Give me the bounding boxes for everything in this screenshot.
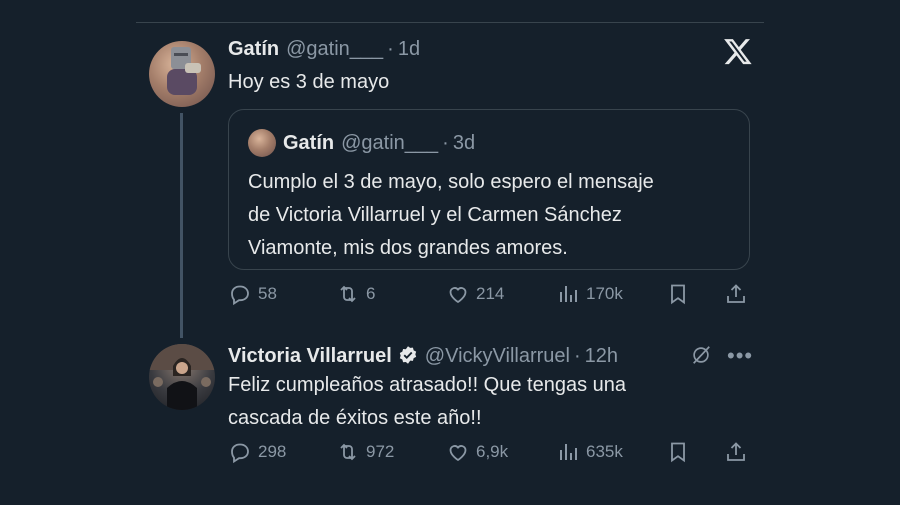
avatar-victoria-villarruel[interactable] [149,344,215,410]
quoted-text-line: Viamonte, mis dos grandes amores. [248,237,568,259]
quoted-tweet[interactable]: Gatín @gatin___ · 3d Cumplo el 3 de mayo… [228,109,750,270]
quoted-text-line: de Victoria Villarruel y el Carmen Sánch… [248,204,622,226]
quoted-text-line: Cumplo el 3 de mayo, solo espero el mens… [248,171,654,193]
quoted-timestamp: 3d [452,132,476,154]
quoted-separator: · [442,132,449,154]
like-button[interactable]: 214 [446,282,504,306]
tweet2-text: Feliz cumpleaños atrasado!! Que tengas u… [228,369,626,435]
tweet1-actions: 58 6 214 170k [228,282,753,312]
tweet2-actions: 298 972 6,9k 635k [228,440,753,470]
avatar-figure [167,47,201,95]
views-count: 635k [586,442,623,461]
like-icon [449,445,467,462]
quoted-tweet-text: Cumplo el 3 de mayo, solo espero el mens… [248,166,654,265]
reply-count: 298 [258,442,287,461]
tweet1-author-handle[interactable]: @gatin___ [286,38,383,61]
like-count: 6,9k [476,442,509,461]
more-icon[interactable]: ••• [727,343,753,369]
bookmark-icon [671,442,685,463]
share-button[interactable] [724,440,748,464]
tweet2-author-name[interactable]: Victoria Villarruel [228,345,392,368]
like-button[interactable]: 6,9k [446,440,508,464]
avatar-figure [149,344,215,410]
repost-button[interactable]: 6 [336,282,375,306]
thread-line [180,113,183,338]
tweet2-author-handle[interactable]: @VickyVillarruel [425,345,570,368]
tweet2-header: Victoria Villarruel @VickyVillarruel · 1… [228,342,618,368]
reply-button[interactable]: 298 [228,440,286,464]
repost-button[interactable]: 972 [336,440,394,464]
tweet1-separator: · [387,38,394,60]
grok-icon[interactable] [690,344,712,366]
views-count: 170k [586,284,623,303]
like-icon [449,287,467,304]
avatar-gatin[interactable] [149,41,215,107]
bookmark-button[interactable] [666,282,690,306]
bookmark-button[interactable] [666,440,690,464]
tweet1-author-name[interactable]: Gatín [228,38,279,61]
repost-icon [340,443,356,461]
tweet2-text-line: Feliz cumpleaños atrasado!! Que tengas u… [228,374,627,396]
x-logo-icon[interactable] [723,36,753,66]
share-button[interactable] [724,282,748,306]
repost-icon [340,285,356,303]
reply-count: 58 [258,284,277,303]
top-divider [136,22,764,23]
quoted-tweet-avatar [248,129,276,157]
tweet2-separator: · [573,345,581,367]
share-icon [727,284,745,303]
share-icon [727,442,745,461]
quoted-author-name: Gatín [283,132,335,154]
views-button[interactable]: 170k [556,282,623,306]
views-button[interactable]: 635k [556,440,623,464]
quoted-author-handle: @gatin___ [341,132,439,154]
tweet2-text-line: cascada de éxitos este año!! [228,407,482,429]
bookmark-icon [671,284,685,305]
repost-count: 972 [366,442,395,461]
quoted-tweet-header: Gatín @gatin___ · 3d [283,132,475,155]
tweet1-text: Hoy es 3 de mayo [228,71,390,93]
tweet2-timestamp[interactable]: 12h [585,345,618,368]
views-icon [560,444,577,460]
views-icon [560,286,577,302]
verified-badge-icon [399,346,416,364]
reply-button[interactable]: 58 [228,282,277,306]
tweet1-timestamp[interactable]: 1d [398,38,420,61]
reply-icon [231,443,249,464]
reply-icon [231,285,249,306]
repost-count: 6 [366,284,376,303]
tweet1-header: Gatín @gatin___ · 1d [228,38,420,61]
like-count: 214 [476,284,505,303]
